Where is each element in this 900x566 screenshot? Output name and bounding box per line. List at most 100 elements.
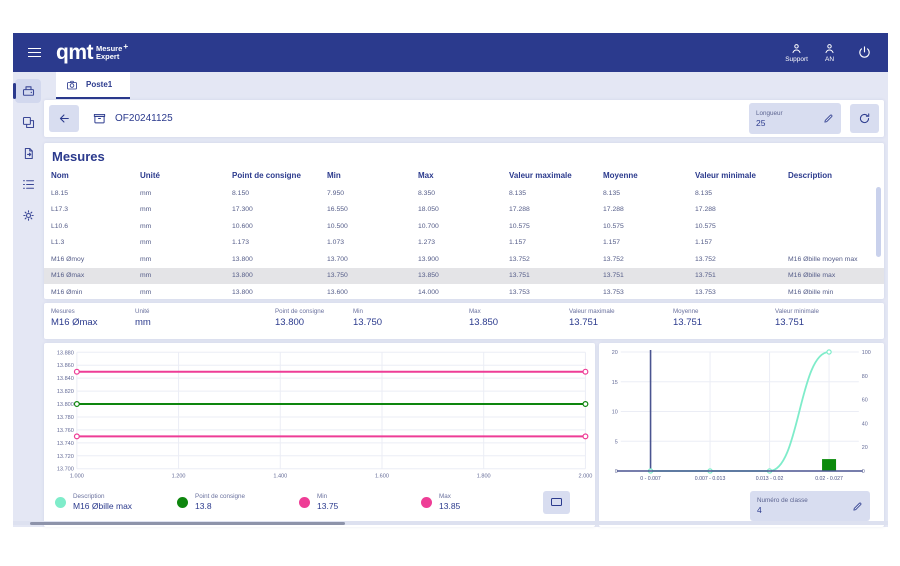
logo-subtext: Mesure+ Expert [96, 44, 128, 62]
table-cell: 13.700 [327, 256, 418, 263]
column-header[interactable]: Nom [51, 171, 140, 180]
legend-item[interactable]: Point de consigne13.8 [177, 493, 299, 511]
table-cell: 13.753 [603, 289, 695, 296]
column-header[interactable]: Valeur minimale [695, 171, 788, 180]
column-header[interactable]: Min [327, 171, 418, 180]
legend-items: DescriptionM16 Øbille maxPoint de consig… [55, 493, 543, 511]
refresh-button[interactable] [850, 104, 879, 133]
tab-label: Poste1 [86, 80, 112, 89]
tab-poste1[interactable]: Poste1 [56, 72, 130, 99]
class-field-label: Numéro de classe [757, 497, 846, 504]
table-row[interactable]: L1.3mm1.1731.0731.2731.1571.1571.157 [44, 235, 884, 252]
table-cell: mm [140, 289, 232, 296]
table-row[interactable]: M16 Ømoymm13.80013.70013.90013.75213.752… [44, 251, 884, 268]
table-row[interactable]: L8.15mm8.1507.9508.3508.1358.1358.135 [44, 185, 884, 202]
length-field[interactable]: Longueur 25 [749, 103, 841, 134]
detail-field: Min13.750 [353, 308, 469, 339]
expand-chart-button[interactable] [543, 491, 570, 514]
legend-value: M16 Øbille max [73, 501, 132, 511]
logout-button[interactable] [854, 43, 874, 63]
table-cell: 17.288 [603, 206, 695, 213]
svg-text:0: 0 [615, 469, 618, 475]
control-chart: 13.88013.86013.84013.82013.80013.78013.7… [47, 346, 592, 482]
menu-button[interactable] [21, 40, 47, 66]
arrow-left-icon [58, 112, 71, 125]
legend-item[interactable]: Min13.75 [299, 493, 421, 511]
class-count-field[interactable]: Numéro de classe 4 [750, 491, 870, 521]
svg-text:1.600: 1.600 [375, 474, 389, 480]
legend-label: Max [439, 493, 460, 500]
svg-text:13.840: 13.840 [57, 376, 74, 382]
detail-field-value: 13.750 [353, 317, 469, 328]
list-icon [21, 177, 36, 192]
table-cell: L17.3 [51, 206, 140, 213]
table-cell: 7.950 [327, 190, 418, 197]
svg-text:15: 15 [612, 380, 618, 386]
detail-field-value: 13.800 [275, 317, 353, 328]
svg-text:80: 80 [862, 374, 868, 380]
table-row[interactable]: L10.6mm10.60010.50010.70010.57510.57510.… [44, 218, 884, 235]
table-cell: mm [140, 190, 232, 197]
account-user-label: AN [825, 56, 834, 63]
legend-item[interactable]: DescriptionM16 Øbille max [55, 493, 177, 511]
account-user-button[interactable]: AN [823, 42, 836, 63]
column-header[interactable]: Point de consigne [232, 171, 327, 180]
table-cell: M16 Øbille moyen max [788, 256, 884, 263]
horizontal-scrollbar-thumb[interactable] [30, 522, 345, 525]
table-cell: mm [140, 223, 232, 230]
detail-field-label: Unité [135, 308, 275, 315]
sidebar-item-measure-list[interactable] [15, 172, 41, 196]
table-cell: 13.751 [509, 272, 603, 279]
table-cell: 13.850 [418, 272, 509, 279]
pencil-icon[interactable] [823, 113, 834, 124]
sidebar-item-measuring-machine[interactable] [15, 79, 41, 103]
detail-field: Valeur minimale13.751 [775, 308, 884, 339]
table-cell: 1.157 [695, 239, 788, 246]
svg-text:1.400: 1.400 [273, 474, 287, 480]
sidebar-item-settings[interactable] [15, 203, 41, 227]
detail-field-value: 13.850 [469, 317, 569, 328]
svg-text:0: 0 [862, 469, 865, 475]
sidebar-item-fixtures[interactable] [15, 110, 41, 134]
table-cell: 13.900 [418, 256, 509, 263]
detail-field-label: Mesures [51, 308, 135, 315]
refresh-icon [858, 112, 871, 125]
column-header[interactable]: Valeur maximale [509, 171, 603, 180]
detail-field-label: Valeur maximale [569, 308, 673, 315]
back-button[interactable] [49, 105, 79, 132]
table-row[interactable]: M16 Øminmm13.80013.60014.00013.75313.753… [44, 284, 884, 299]
table-row[interactable]: M16 Ømaxmm13.80013.75013.85013.75113.751… [44, 268, 884, 285]
order-number: OF20241125 [115, 113, 173, 124]
table-cell: 10.700 [418, 223, 509, 230]
detail-field: Valeur maximale 13.751 [569, 308, 673, 339]
svg-text:13.880: 13.880 [57, 350, 74, 356]
table-cell: L10.6 [51, 223, 140, 230]
support-user-button[interactable]: Support [785, 42, 808, 63]
pencil-icon[interactable] [852, 501, 863, 512]
column-header[interactable]: Unité [140, 171, 232, 180]
legend-item[interactable]: Max13.85 [421, 493, 543, 511]
table-cell: 8.135 [695, 190, 788, 197]
horizontal-scrollbar[interactable] [13, 521, 888, 525]
table-cell: 18.050 [418, 206, 509, 213]
detail-field-value: 13.751 [673, 317, 775, 328]
svg-text:0.02 - 0.027: 0.02 - 0.027 [816, 476, 844, 482]
expand-icon [551, 498, 562, 506]
detail-field-value: 13.751 [569, 317, 673, 328]
table-cell: M16 Ømoy [51, 256, 140, 263]
column-header[interactable]: Moyenne [603, 171, 695, 180]
document-export-icon [21, 146, 36, 161]
table-scrollbar[interactable] [876, 187, 881, 257]
sidebar-item-document-export[interactable] [15, 141, 41, 165]
table-cell: 13.752 [695, 256, 788, 263]
column-header[interactable]: Description [788, 171, 884, 180]
table-row[interactable]: L17.3mm17.30016.55018.05017.28817.28817.… [44, 202, 884, 219]
logo-plus: + [123, 41, 128, 51]
detail-field: Unitémm [135, 308, 275, 339]
svg-text:20: 20 [612, 350, 618, 356]
power-icon [857, 45, 872, 60]
svg-text:1.200: 1.200 [172, 474, 186, 480]
svg-text:13.720: 13.720 [57, 454, 74, 460]
svg-text:1.800: 1.800 [477, 474, 491, 480]
column-header[interactable]: Max [418, 171, 509, 180]
